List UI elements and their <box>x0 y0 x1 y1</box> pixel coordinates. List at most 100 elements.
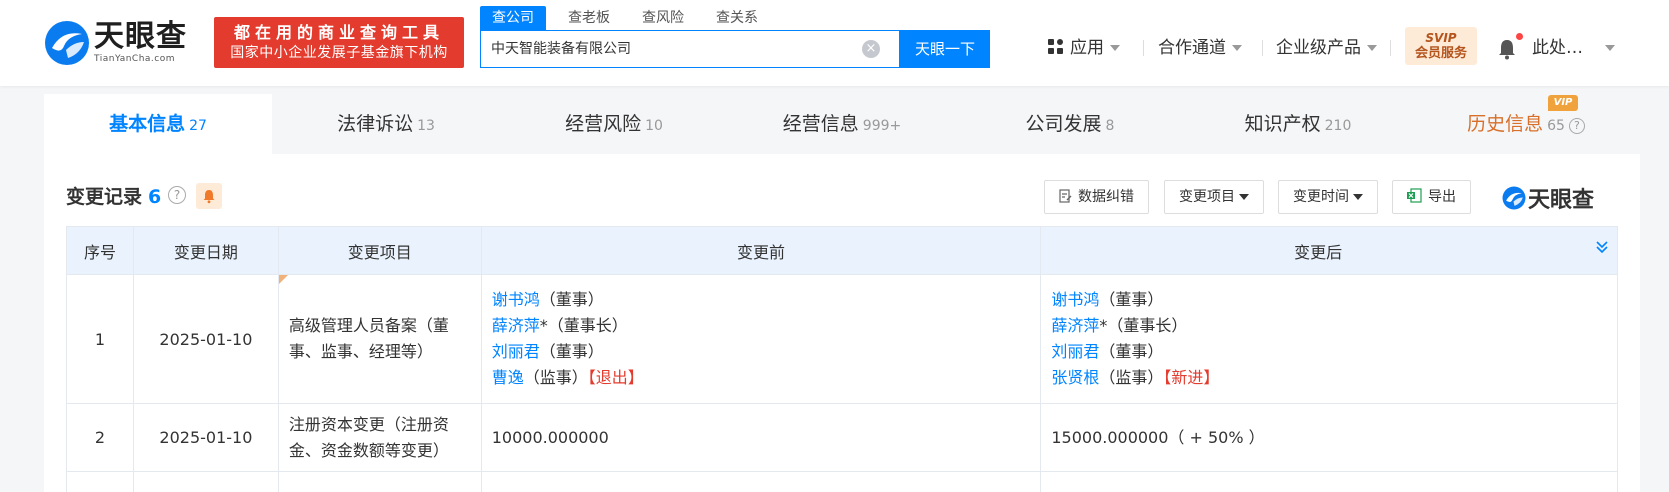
nav-enterprise[interactable]: 企业级产品 <box>1276 36 1377 60</box>
person-link[interactable]: 薛济萍 <box>492 316 540 335</box>
tab-label: 基本信息 <box>109 113 186 135</box>
row-item-text: 高级管理人员备案（董事、监事、经理等） <box>288 316 449 361</box>
user-menu[interactable]: 此处… <box>1532 36 1615 60</box>
person-role: （董事） <box>1099 290 1164 309</box>
row-before: 谢书鸿（董事） 薛济萍*（董事长） 刘丽君（董事） 曹逸（监事）【退出】 <box>480 274 1042 404</box>
double-chevron-down-icon[interactable] <box>1595 239 1609 255</box>
table-row <box>66 471 1618 492</box>
bell-icon[interactable] <box>1497 38 1517 60</box>
row-index <box>66 471 134 492</box>
nav-divider <box>1390 40 1391 56</box>
person-link[interactable]: 谢书鸿 <box>1051 290 1099 309</box>
column-header-date: 变更日期 <box>132 226 279 275</box>
tab-label: 公司发展 <box>1025 113 1102 135</box>
tab-label: 历史信息 <box>1467 113 1544 135</box>
change-item-filter[interactable]: 变更项目 <box>1164 180 1264 214</box>
tab-history[interactable]: VIP 历史信息 65? <box>1412 94 1640 154</box>
row-item: 高级管理人员备案（董事、监事、经理等） <box>277 274 482 404</box>
person-entry: 薛济萍*（董事长） <box>492 313 1031 339</box>
nav-divider <box>1143 40 1144 56</box>
nav-channel-label: 合作通道 <box>1158 38 1226 58</box>
person-role: （监事） <box>523 368 588 387</box>
nav-channel[interactable]: 合作通道 <box>1158 36 1242 60</box>
search-tab-relation[interactable]: 查关系 <box>706 6 768 30</box>
search-type-tabs: 查公司 查老板 查风险 查关系 <box>480 6 780 30</box>
tab-count: 27 <box>189 118 207 134</box>
person-link[interactable]: 谢书鸿 <box>492 290 540 309</box>
chevron-down-icon <box>1353 194 1363 200</box>
person-link[interactable]: 薛济萍 <box>1051 316 1099 335</box>
person-role: （董事） <box>1099 342 1164 361</box>
section-count: 6 <box>148 186 162 208</box>
clear-search-icon[interactable]: × <box>862 40 880 58</box>
person-entry: 刘丽君（董事） <box>492 339 1031 365</box>
button-label: 导出 <box>1428 189 1456 205</box>
row-index: 1 <box>66 274 134 404</box>
svip-button[interactable]: SVIP 会员服务 <box>1405 27 1477 65</box>
watermark-logo: 天眼查 <box>1502 182 1594 214</box>
top-header: 天眼查 TianYanCha.com 都在用的商业查询工具 国家中小企业发展子基… <box>0 0 1669 86</box>
chevron-down-icon <box>1605 45 1615 51</box>
excel-icon <box>1407 188 1422 203</box>
edit-doc-icon <box>1059 189 1072 203</box>
person-link[interactable]: 曹逸 <box>492 368 524 387</box>
column-header-after: 变更后 <box>1040 226 1618 275</box>
person-role: *（董事长） <box>1099 316 1188 335</box>
person-link[interactable]: 张贤根 <box>1051 368 1099 387</box>
help-icon[interactable]: ? <box>168 186 186 204</box>
section-title: 变更记录 6 <box>66 184 161 210</box>
chevron-down-icon <box>1110 45 1120 51</box>
slogan-banner: 都在用的商业查询工具 国家中小企业发展子基金旗下机构 <box>214 17 464 68</box>
notification-dot <box>1516 33 1523 40</box>
change-records-table: 序号 变更日期 变更项目 变更前 变更后 1 2025-01-10 高级管理人员… <box>66 226 1618 492</box>
nav-apps-label: 应用 <box>1070 38 1104 58</box>
search-tab-risk[interactable]: 查风险 <box>632 6 694 30</box>
nav-divider <box>1262 40 1263 56</box>
person-entry: 谢书鸿（董事） <box>1051 287 1607 313</box>
search-tab-boss[interactable]: 查老板 <box>558 6 620 30</box>
monitor-bell-button[interactable] <box>196 183 222 209</box>
nav-apps[interactable]: 应用 <box>1048 36 1120 60</box>
watermark-logo-text: 天眼查 <box>1528 188 1595 213</box>
tab-ip[interactable]: 知识产权 210 <box>1184 94 1412 154</box>
tab-label: 法律诉讼 <box>337 113 414 135</box>
tab-count: 10 <box>645 118 663 134</box>
person-role: （董事） <box>539 342 604 361</box>
company-info-tabs: 基本信息 27 法律诉讼 13 经营风险 10 经营信息 999+ 公司发展 8 知识产权… <box>44 94 1640 154</box>
tianyancha-logo-icon <box>1502 186 1526 210</box>
tab-operations[interactable]: 经营信息 999+ <box>728 94 956 154</box>
brand-logo[interactable]: 天眼查 TianYanCha.com <box>44 20 187 66</box>
search-button[interactable]: 天眼一下 <box>900 30 990 68</box>
person-entry: 曹逸（监事）【退出】 <box>492 365 1031 391</box>
row-index: 2 <box>66 403 134 472</box>
brand-name: 天眼查 <box>94 19 187 54</box>
row-item <box>277 471 482 492</box>
button-label: 变更时间 <box>1293 189 1349 205</box>
tab-basic-info[interactable]: 基本信息 27 <box>44 94 272 154</box>
column-header-before: 变更前 <box>480 226 1042 275</box>
chevron-down-icon <box>1239 194 1249 200</box>
user-name: 此处… <box>1532 38 1583 58</box>
tab-count: 8 <box>1105 118 1115 134</box>
tab-count: 65 <box>1547 118 1565 134</box>
tab-count: 13 <box>417 118 435 134</box>
person-role: （监事） <box>1099 368 1164 387</box>
button-label: 数据纠错 <box>1078 189 1134 205</box>
person-link[interactable]: 刘丽君 <box>1051 342 1099 361</box>
search-input[interactable]: 中天智能装备有限公司 <box>480 30 900 68</box>
person-entry: 刘丽君（董事） <box>1051 339 1607 365</box>
tab-legal[interactable]: 法律诉讼 13 <box>272 94 500 154</box>
change-time-filter[interactable]: 变更时间 <box>1278 180 1378 214</box>
export-button[interactable]: 导出 <box>1392 180 1471 214</box>
data-correction-button[interactable]: 数据纠错 <box>1044 180 1149 214</box>
person-role: *（董事长） <box>539 316 628 335</box>
person-link[interactable]: 刘丽君 <box>492 342 540 361</box>
person-role: （董事） <box>539 290 604 309</box>
row-after: 谢书鸿（董事） 薛济萍*（董事长） 刘丽君（董事） 张贤根（监事）【新进】 <box>1040 274 1618 404</box>
tab-risk[interactable]: 经营风险 10 <box>500 94 728 154</box>
search-tab-company[interactable]: 查公司 <box>480 6 546 30</box>
tab-development[interactable]: 公司发展 8 <box>956 94 1184 154</box>
person-entry: 谢书鸿（董事） <box>492 287 1031 313</box>
tab-label: 知识产权 <box>1244 113 1321 135</box>
help-icon[interactable]: ? <box>1568 118 1585 134</box>
